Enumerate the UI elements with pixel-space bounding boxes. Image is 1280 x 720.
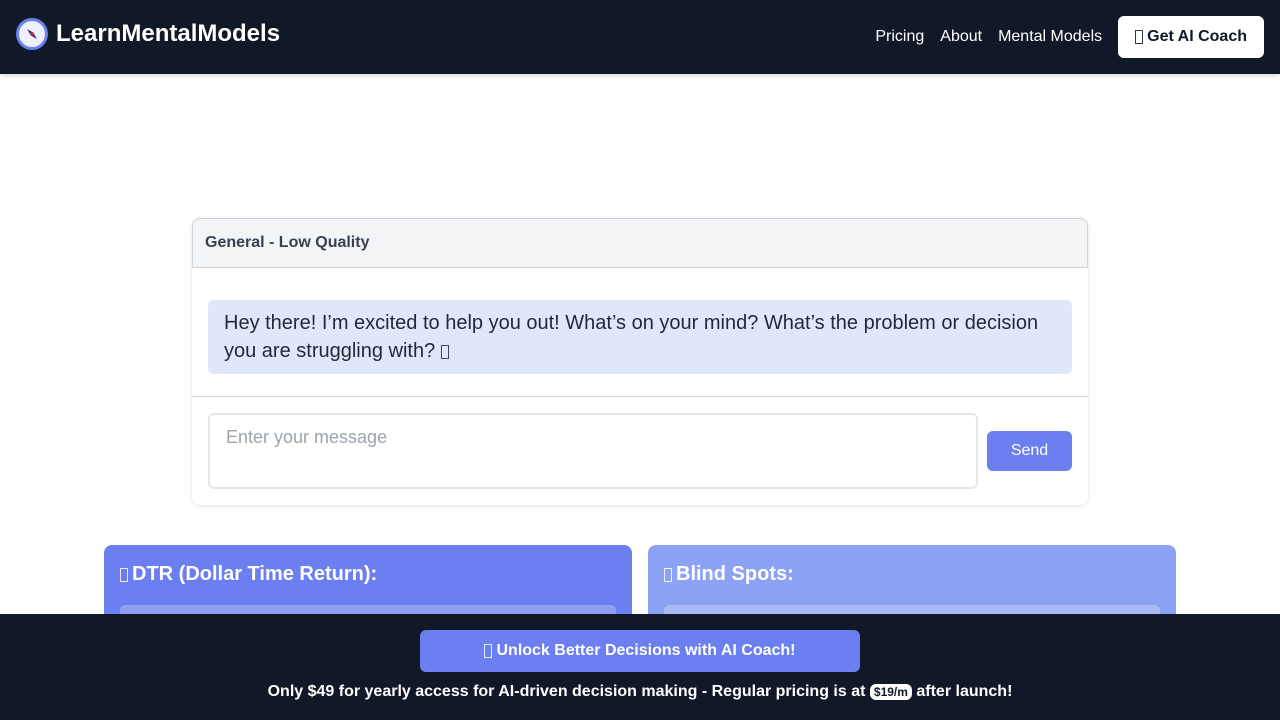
blind-spots-card-title-text: Blind Spots: <box>676 563 794 585</box>
blind-spots-card-title: Blind Spots: <box>664 563 1160 586</box>
chat-messages: Hey there! I’m excited to help you out! … <box>192 268 1088 397</box>
chat-panel: General - Low Quality Hey there! I’m exc… <box>192 218 1088 505</box>
emoji-glyph-icon <box>1135 30 1144 44</box>
nav-link-about[interactable]: About <box>940 28 982 46</box>
assistant-message-text: Hey there! I’m excited to help you out! … <box>224 312 1039 362</box>
emoji-glyph-icon <box>484 644 493 658</box>
unlock-ai-coach-button[interactable]: Unlock Better Decisions with AI Coach! <box>420 630 860 672</box>
nav-link-mental-models[interactable]: Mental Models <box>998 28 1102 46</box>
message-input[interactable] <box>208 413 978 489</box>
get-ai-coach-button[interactable]: Get AI Coach <box>1118 16 1264 58</box>
get-ai-coach-label: Get AI Coach <box>1147 28 1247 45</box>
emoji-glyph-icon <box>440 344 449 359</box>
promo-banner: Unlock Better Decisions with AI Coach! O… <box>0 614 1280 720</box>
price-badge: $19/m <box>869 683 912 700</box>
assistant-message: Hey there! I’m excited to help you out! … <box>208 300 1072 374</box>
dtr-card-title: DTR (Dollar Time Return): <box>120 563 616 586</box>
top-navbar: LearnMentalModels Pricing About Mental M… <box>0 0 1280 74</box>
promo-text-suffix: after launch! <box>916 683 1013 700</box>
emoji-glyph-icon <box>664 567 672 582</box>
brand[interactable]: LearnMentalModels <box>16 18 280 50</box>
brand-name: LearnMentalModels <box>56 20 281 47</box>
main-nav: Pricing About Mental Models Get AI Coach <box>859 16 1264 58</box>
chat-input-row: Send <box>192 397 1088 489</box>
emoji-glyph-icon <box>120 567 128 582</box>
promo-text: Only $49 for yearly access for AI-driven… <box>0 683 1280 701</box>
dtr-card-title-text: DTR (Dollar Time Return): <box>132 563 378 585</box>
promo-text-main: Only $49 for yearly access for AI-driven… <box>267 683 866 700</box>
nav-link-pricing[interactable]: Pricing <box>875 28 924 46</box>
send-button[interactable]: Send <box>987 431 1072 471</box>
unlock-ai-coach-label: Unlock Better Decisions with AI Coach! <box>496 642 796 659</box>
compass-icon <box>16 18 48 50</box>
chat-title: General - Low Quality <box>192 218 1088 268</box>
